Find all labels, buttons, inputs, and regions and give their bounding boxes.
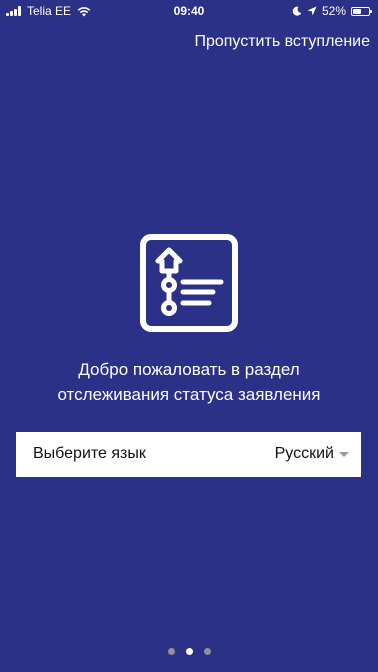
page-indicator (0, 648, 378, 655)
language-selector-label: Выберите язык (33, 445, 146, 462)
language-selector[interactable]: Выберите язык Русский (16, 432, 361, 477)
language-selected-value: Русский (274, 445, 334, 462)
caret-down-icon (339, 452, 349, 457)
location-arrow-icon (307, 6, 317, 16)
welcome-line-1: Добро пожаловать в раздел (78, 360, 300, 379)
welcome-line-2: отслеживания статуса заявления (57, 385, 321, 404)
page-dot[interactable] (167, 648, 175, 655)
page-dot[interactable] (185, 648, 193, 655)
status-bar-right: 52% (292, 4, 372, 18)
battery-level (353, 8, 361, 14)
moon-icon (292, 6, 302, 16)
battery-icon (351, 6, 372, 16)
application-status-logo-icon (140, 234, 238, 332)
battery-percent: 52% (321, 4, 346, 18)
page-dot[interactable] (203, 648, 211, 655)
status-bar: Telia EE 09:40 52% (0, 0, 378, 22)
skip-intro-link[interactable]: Пропустить вступление (194, 33, 370, 51)
welcome-text: Добро пожаловать в раздел отслеживания с… (0, 357, 378, 407)
